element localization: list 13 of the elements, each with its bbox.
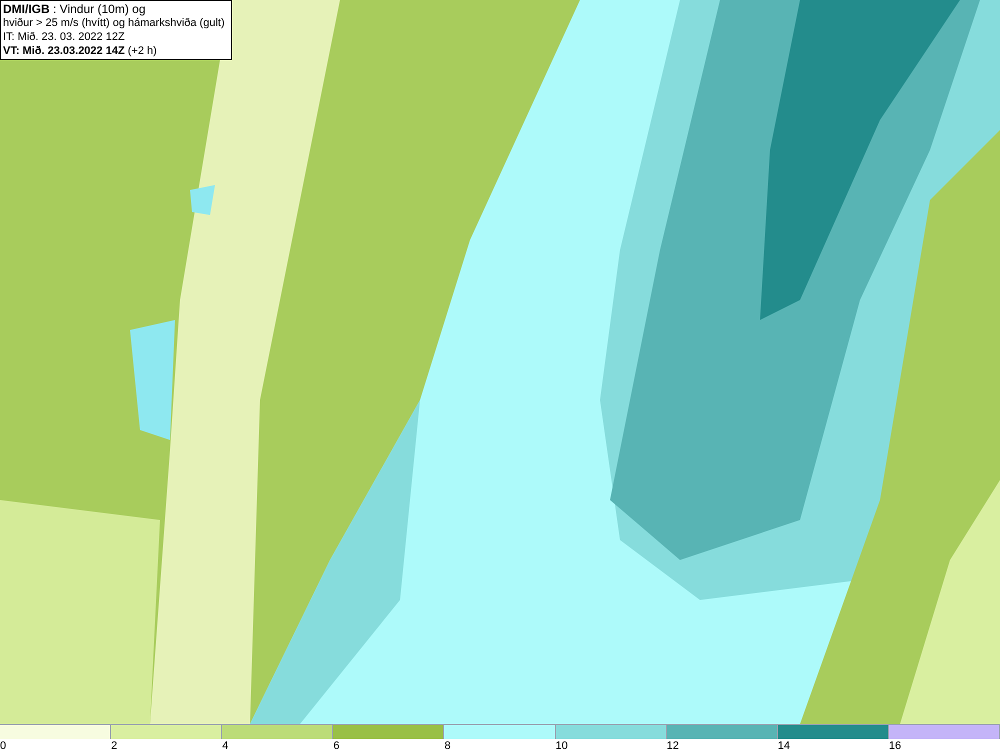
- legend-label: 0: [0, 739, 6, 753]
- legend-label: 14: [778, 739, 790, 753]
- legend-label: 16: [888, 739, 902, 753]
- title-text: hviður > 25 m/s (hvítt) og hámarkshviða (gult): [3, 16, 226, 30]
- legend-label: 8: [444, 739, 451, 753]
- title-text: VT: Mið. 23.03.2022 14Z (+2 h): [3, 44, 158, 58]
- legend-label: 10: [556, 739, 568, 753]
- title-text: DMI/IGB : Vindur (10m) og: [3, 2, 146, 16]
- legend-label: 12: [666, 739, 679, 753]
- title-text: IT: Mið. 23. 03. 2022 12Z: [3, 30, 126, 44]
- legend-label: 6: [333, 739, 340, 753]
- legend-label: 4: [222, 739, 228, 753]
- legend-label: 2: [111, 739, 118, 753]
